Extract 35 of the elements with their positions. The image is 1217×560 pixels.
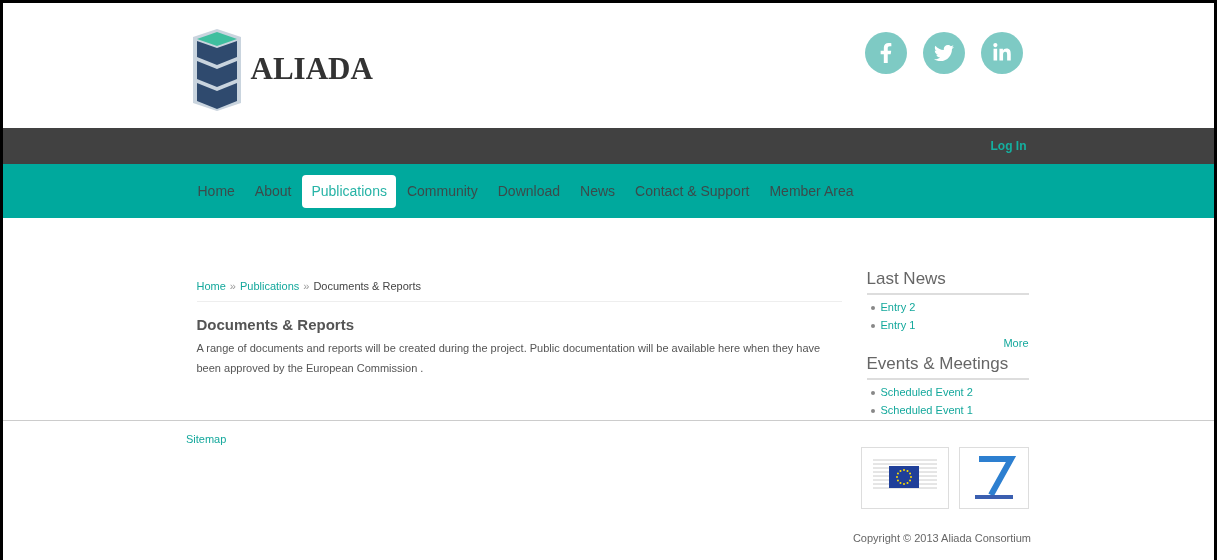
seventh-framework-logo (959, 446, 1029, 509)
copyright-text: Copyright © 2013 Aliada Consortium (852, 530, 1031, 546)
nav-tab[interactable]: News (571, 174, 625, 208)
page-description: A range of documents and reports will be created during the project. Public documentation will be available here when they have been approved by the European Commission . (196, 341, 822, 376)
breadcrumb-current: Documents & Reports (313, 279, 422, 294)
breadcrumb-separator: » (229, 279, 236, 294)
logo-icon (190, 28, 243, 111)
nav-tab[interactable]: Home (188, 174, 244, 208)
sidebar-heading: Events & Meetings (866, 351, 1029, 380)
sidebar-link[interactable]: Entry 2 (880, 299, 916, 316)
facebook-icon[interactable] (864, 32, 907, 74)
breadcrumb-separator: » (303, 279, 310, 294)
breadcrumb-link[interactable]: Home (196, 278, 226, 295)
bullet-icon (870, 323, 875, 328)
nav-tab[interactable]: Member Area (760, 174, 863, 208)
breadcrumb-link[interactable]: Publications (239, 278, 300, 295)
login-link[interactable]: Log In (990, 137, 1027, 155)
sidebar-link[interactable]: Entry 1 (880, 317, 916, 334)
sidebar-link[interactable]: Scheduled Event 1 (880, 402, 973, 419)
more-link[interactable]: More (1003, 334, 1029, 351)
linkedin-icon[interactable] (980, 32, 1023, 74)
nav-tab[interactable]: Publications (302, 174, 396, 208)
twitter-icon[interactable] (922, 32, 965, 74)
nav-tab[interactable]: About (245, 174, 301, 208)
sidebar-heading: Last News (866, 266, 1029, 295)
bullet-icon (870, 305, 875, 310)
logo-wordmark[interactable]: ALIADA (250, 46, 373, 93)
sidebar-link[interactable]: Scheduled Event 2 (880, 384, 973, 401)
bullet-icon (870, 390, 875, 395)
bullet-icon (870, 408, 875, 413)
sitemap-link[interactable]: Sitemap (186, 430, 227, 447)
page-title: Documents & Reports (196, 314, 356, 335)
nav-tab[interactable]: Contact & Support (626, 174, 759, 208)
nav-tab[interactable]: Community (397, 174, 487, 208)
nav-tab[interactable]: Download (488, 174, 569, 208)
